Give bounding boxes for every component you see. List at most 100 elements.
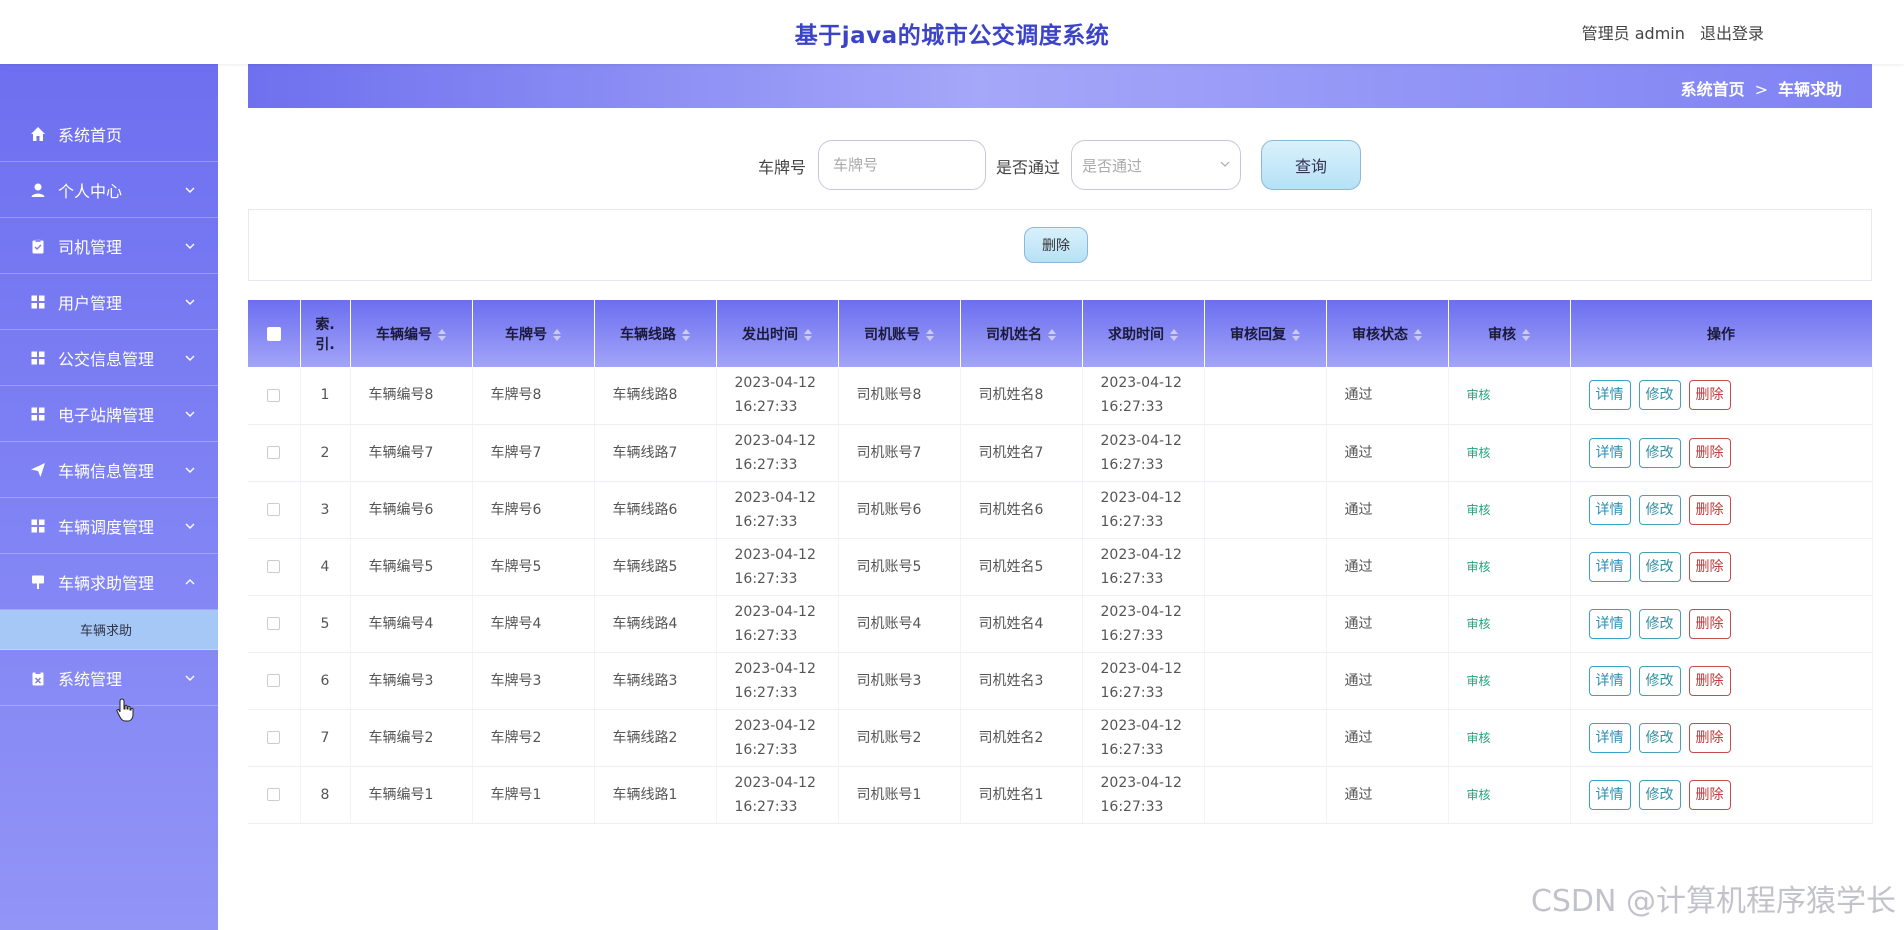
sidebar-item-7[interactable]: 车辆调度管理 [0, 498, 218, 554]
chevron-down-icon [185, 523, 195, 529]
row-checkbox[interactable] [267, 731, 281, 744]
gear-clipboard-icon [30, 670, 46, 686]
col-sent-time[interactable]: 发出时间 [716, 300, 839, 367]
query-button[interactable]: 查询 [1261, 140, 1361, 190]
cell-vehicle-no: 车辆编号6 [350, 481, 473, 539]
row-select-cell[interactable] [248, 538, 301, 596]
audit-link[interactable]: 审核 [1467, 617, 1491, 631]
cell-driver-account: 司机账号8 [838, 367, 961, 425]
delete-button[interactable]: 删除 [1688, 608, 1731, 639]
delete-button[interactable]: 删除 [1688, 665, 1731, 696]
cell-status: 通过 [1326, 709, 1449, 767]
select-all-checkbox[interactable] [266, 326, 281, 341]
sidebar-item-5[interactable]: 电子站牌管理 [0, 386, 218, 442]
edit-button[interactable]: 修改 [1638, 779, 1681, 810]
select-all-header[interactable] [248, 300, 301, 367]
row-select-cell[interactable] [248, 595, 301, 653]
detail-button[interactable]: 详情 [1588, 494, 1631, 525]
edit-button[interactable]: 修改 [1638, 380, 1681, 411]
col-route[interactable]: 车辆线路 [594, 300, 717, 367]
audit-link[interactable]: 审核 [1467, 388, 1491, 402]
detail-button[interactable]: 详情 [1588, 665, 1631, 696]
sidebar-subitem-vehicle-help[interactable]: 车辆求助 [0, 610, 218, 650]
audit-link[interactable]: 审核 [1467, 731, 1491, 745]
row-select-cell[interactable] [248, 709, 301, 767]
cell-driver-name: 司机姓名7 [960, 424, 1083, 482]
col-reply[interactable]: 审核回复 [1204, 300, 1327, 367]
row-select-cell[interactable] [248, 652, 301, 710]
audit-link[interactable]: 审核 [1467, 503, 1491, 517]
audit-link[interactable]: 审核 [1467, 446, 1491, 460]
pass-select[interactable]: 是否通过 [1071, 140, 1241, 190]
row-checkbox[interactable] [267, 560, 281, 573]
detail-button[interactable]: 详情 [1588, 722, 1631, 753]
detail-button[interactable]: 详情 [1588, 779, 1631, 810]
cell-route: 车辆线路5 [594, 538, 717, 596]
detail-button[interactable]: 详情 [1588, 608, 1631, 639]
col-plate[interactable]: 车牌号 [472, 300, 595, 367]
cell-route: 车辆线路2 [594, 709, 717, 767]
row-select-cell[interactable] [248, 367, 301, 425]
sort-icon[interactable] [1522, 328, 1530, 341]
row-select-cell[interactable] [248, 766, 301, 824]
sort-icon[interactable] [926, 328, 934, 341]
detail-button[interactable]: 详情 [1588, 380, 1631, 411]
delete-button[interactable]: 删除 [1688, 494, 1731, 525]
sidebar-item-label: 车辆调度管理 [58, 517, 155, 537]
detail-button[interactable]: 详情 [1588, 551, 1631, 582]
table-row: 2 车辆编号7 车牌号7 车辆线路7 2023-04-12 16:27:33 司机账号7 司机… [248, 424, 1873, 482]
sidebar-item-label: 电子站牌管理 [58, 405, 155, 425]
sort-icon[interactable] [1170, 328, 1178, 341]
sidebar-item-9[interactable]: 系统管理 [0, 650, 218, 706]
sidebar-item-6[interactable]: 车辆信息管理 [0, 442, 218, 498]
col-driver-account[interactable]: 司机账号 [838, 300, 961, 367]
sort-icon[interactable] [1414, 328, 1422, 341]
sidebar: 系统首页 个人中心 司机管理 用户管理 公交信息管理 电子站牌管理 车辆信息管理 车辆调度管理… [0, 64, 218, 930]
sidebar-item-2[interactable]: 司机管理 [0, 218, 218, 274]
row-checkbox[interactable] [267, 446, 281, 459]
edit-button[interactable]: 修改 [1638, 551, 1681, 582]
sort-icon[interactable] [438, 328, 446, 341]
row-checkbox[interactable] [267, 674, 281, 687]
sidebar-item-3[interactable]: 用户管理 [0, 274, 218, 330]
breadcrumb-home[interactable]: 系统首页 [1681, 80, 1745, 99]
edit-button[interactable]: 修改 [1638, 494, 1681, 525]
sort-icon[interactable] [804, 328, 812, 341]
sort-icon[interactable] [1048, 328, 1056, 341]
sidebar-item-4[interactable]: 公交信息管理 [0, 330, 218, 386]
row-checkbox[interactable] [267, 388, 281, 402]
sort-icon[interactable] [1292, 328, 1300, 341]
chevron-down-icon [1220, 161, 1230, 167]
chevron-down-icon [185, 243, 195, 249]
edit-button[interactable]: 修改 [1638, 722, 1681, 753]
sort-icon[interactable] [553, 328, 561, 341]
batch-delete-button[interactable]: 删除 [1024, 227, 1088, 263]
detail-button[interactable]: 详情 [1588, 437, 1631, 468]
row-select-cell[interactable] [248, 481, 301, 539]
audit-link[interactable]: 审核 [1467, 788, 1491, 802]
sidebar-item-label: 车辆求助管理 [58, 573, 155, 593]
logout-link[interactable]: 退出登录 [1700, 24, 1764, 43]
sidebar-item-8[interactable]: 车辆求助管理 [0, 554, 218, 610]
row-select-cell[interactable] [248, 424, 301, 482]
audit-link[interactable]: 审核 [1467, 560, 1491, 574]
delete-button[interactable]: 删除 [1688, 380, 1731, 411]
delete-button[interactable]: 删除 [1688, 779, 1731, 810]
row-checkbox[interactable] [267, 788, 281, 801]
col-driver-name[interactable]: 司机姓名 [960, 300, 1083, 367]
row-checkbox[interactable] [267, 503, 281, 516]
row-checkbox[interactable] [267, 617, 281, 630]
delete-button[interactable]: 删除 [1688, 551, 1731, 582]
audit-link[interactable]: 审核 [1467, 674, 1491, 688]
delete-button[interactable]: 删除 [1688, 722, 1731, 753]
edit-button[interactable]: 修改 [1638, 608, 1681, 639]
sort-icon[interactable] [682, 328, 690, 341]
edit-button[interactable]: 修改 [1638, 437, 1681, 468]
col-status[interactable]: 审核状态 [1326, 300, 1449, 367]
edit-button[interactable]: 修改 [1638, 665, 1681, 696]
col-help-time[interactable]: 求助时间 [1082, 300, 1205, 367]
col-vehicle-no[interactable]: 车辆编号 [350, 300, 473, 367]
plate-search-input[interactable] [818, 140, 986, 190]
delete-button[interactable]: 删除 [1688, 437, 1731, 468]
col-audit[interactable]: 审核 [1448, 300, 1571, 367]
